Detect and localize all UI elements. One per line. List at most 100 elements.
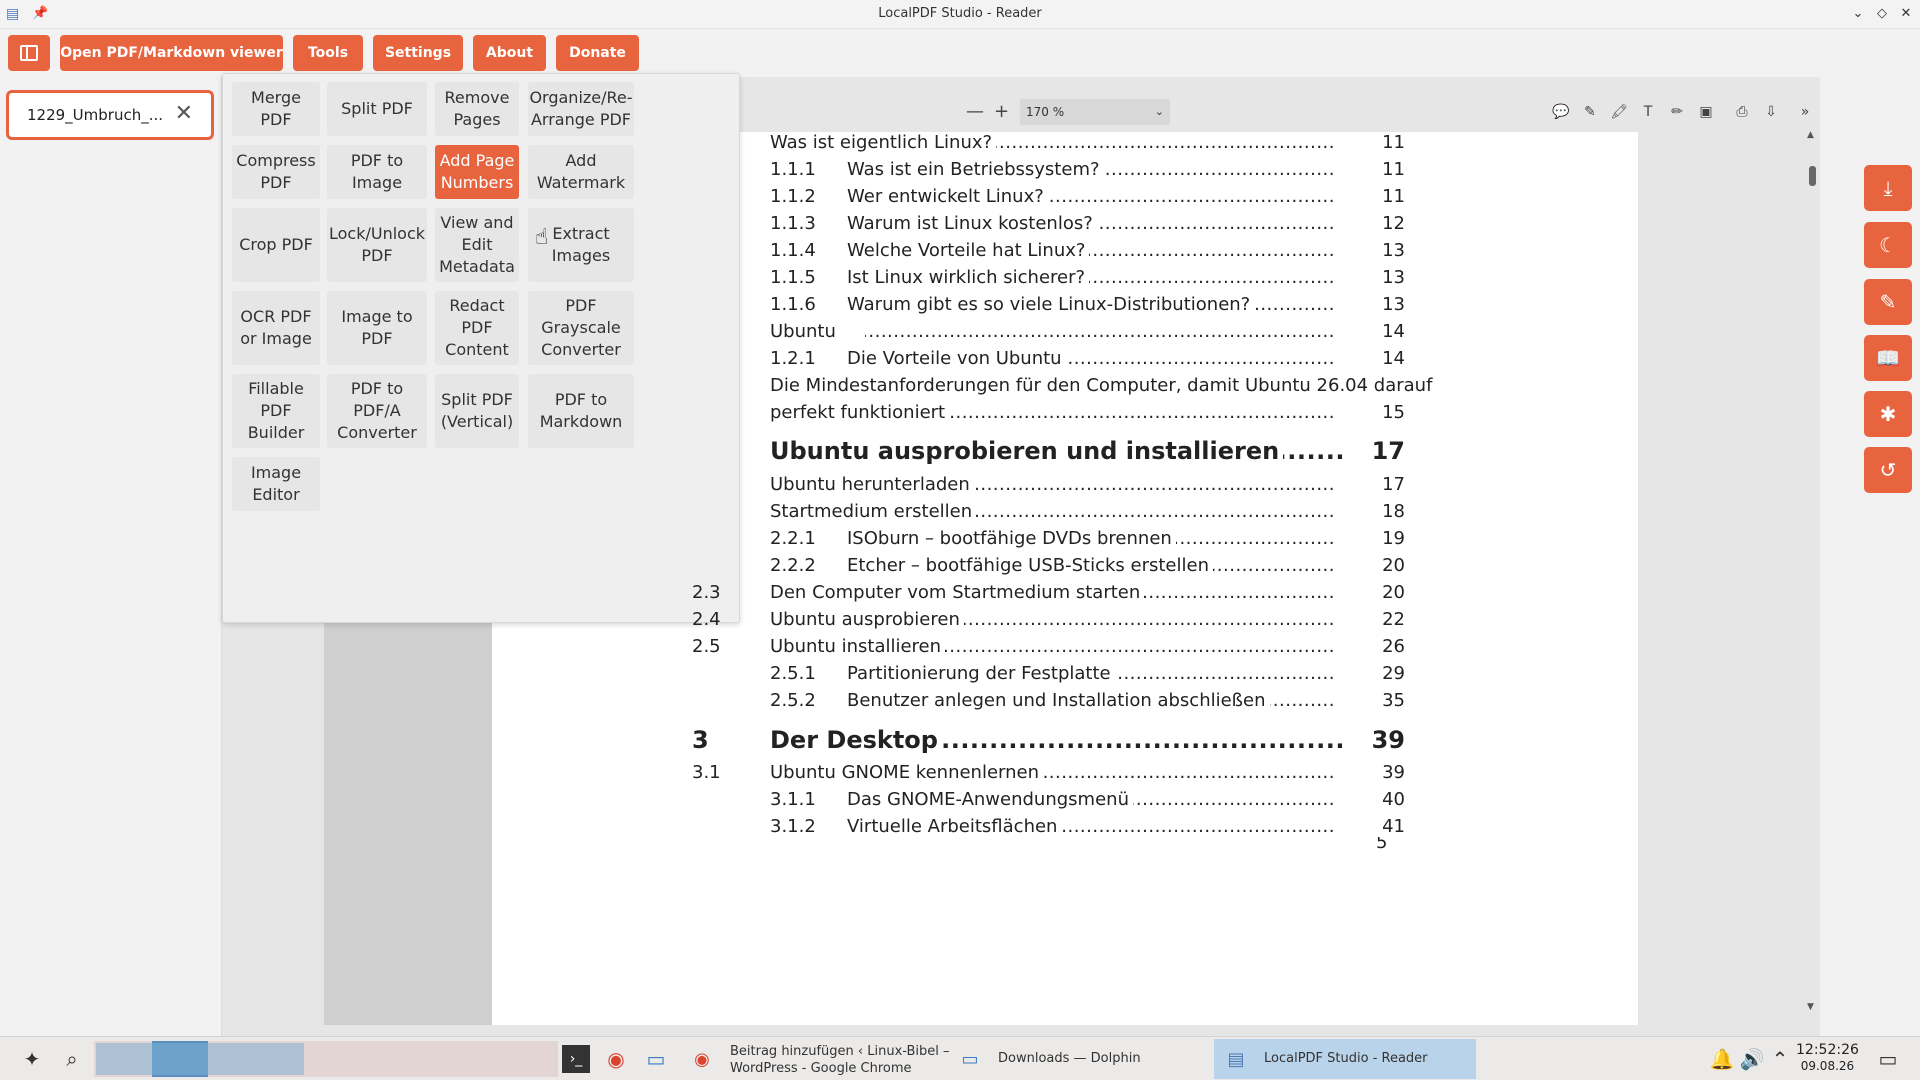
- toc-number: 3.1: [692, 762, 721, 783]
- notifications-icon[interactable]: 🔔: [1708, 1045, 1736, 1073]
- tool-label: Extract Images: [551, 224, 611, 265]
- close-icon[interactable]: ✕: [175, 103, 193, 125]
- toc-leader-dots: ........................................…: [875, 726, 1345, 754]
- task-dolphin[interactable]: ▭ Downloads — Dolphin: [948, 1039, 1210, 1079]
- tool-remove-pages[interactable]: Remove Pages: [435, 82, 519, 136]
- toc-text: Ubuntu ausprobieren und installieren: [770, 437, 1284, 465]
- tool-split-pdf[interactable]: Split PDF: [327, 82, 427, 136]
- dark-mode-button[interactable]: ☾: [1864, 222, 1912, 268]
- tool-add-watermark[interactable]: Add Watermark: [528, 145, 634, 199]
- tool-pdf-to-markdown[interactable]: PDF to Markdown: [528, 374, 634, 448]
- edit-icon[interactable]: ✎: [1581, 103, 1599, 121]
- toc-number: 1.1.3: [770, 213, 816, 234]
- toc-text: Die Vorteile von Ubuntu: [847, 348, 1066, 369]
- task-localpdf[interactable]: ▤ LocalPDF Studio - Reader: [1214, 1039, 1476, 1079]
- reset-button[interactable]: ↺: [1864, 447, 1912, 493]
- tool-add-page-numbers[interactable]: Add Page Numbers: [435, 145, 519, 199]
- chevron-down-icon[interactable]: ⌄: [1848, 4, 1868, 24]
- show-desktop-icon[interactable]: ▭: [1874, 1045, 1902, 1073]
- scrollbar-thumb[interactable]: [1809, 166, 1816, 186]
- zoom-in-icon[interactable]: +: [994, 101, 1009, 122]
- toc-number: 1.1.4: [770, 240, 816, 261]
- chrome-icon[interactable]: ◉: [602, 1045, 630, 1073]
- clock[interactable]: 12:52:26 09.08.26: [1796, 1042, 1859, 1074]
- toc-text: Den Computer vom Startmedium starten: [770, 582, 1145, 603]
- tool-compress-pdf[interactable]: Compress PDF: [232, 145, 320, 199]
- close-icon[interactable]: ✕: [1896, 4, 1916, 24]
- download-button[interactable]: ⤓: [1864, 165, 1912, 211]
- toc-page: 26: [1376, 636, 1405, 657]
- pdf-app-icon: ▤: [1227, 1049, 1245, 1070]
- main-toolbar: Open PDF/Markdown viewer Tools Settings …: [0, 29, 1920, 77]
- pencil-icon: ✎: [1879, 290, 1897, 314]
- tools-button[interactable]: Tools: [293, 35, 363, 71]
- highlight-icon[interactable]: 🖍: [1610, 103, 1628, 121]
- scroll-down-icon[interactable]: ▼: [1807, 1002, 1814, 1012]
- toc-text: Welche Vorteile hat Linux?: [847, 240, 1090, 261]
- chevron-up-icon[interactable]: ⌃: [1766, 1045, 1794, 1073]
- sidebar-toggle-button[interactable]: [8, 35, 50, 71]
- toc-number: 3: [692, 726, 709, 754]
- tool-pdf-grayscale-converter[interactable]: PDF Grayscale Converter: [528, 291, 634, 365]
- toc-page: 13: [1376, 267, 1405, 288]
- open-viewer-button[interactable]: Open PDF/Markdown viewer: [60, 35, 283, 71]
- clock-time: 12:52:26: [1796, 1042, 1859, 1058]
- tool-label: Split PDF: [341, 99, 413, 118]
- zoom-out-icon[interactable]: —: [966, 101, 984, 122]
- tool-pdf-to-image[interactable]: PDF to Image: [327, 145, 427, 199]
- file-tabs-panel: 1229_Umbruch_... ✕: [0, 77, 222, 1038]
- scroll-up-icon[interactable]: ▲: [1807, 130, 1814, 140]
- settings-button[interactable]: Settings: [373, 35, 463, 71]
- tool-lock-unlock-pdf[interactable]: Lock/Unlock PDF: [327, 208, 427, 282]
- tool-organize-re-arrange-pdf[interactable]: Organize/Re- Arrange PDF: [528, 82, 634, 136]
- search-icon[interactable]: ⌕: [58, 1045, 86, 1073]
- toc-number: 2.5.1: [770, 663, 816, 684]
- tool-image-editor[interactable]: Image Editor: [232, 457, 320, 511]
- text-icon[interactable]: T: [1639, 103, 1657, 121]
- reader-mode-button[interactable]: 📖: [1864, 335, 1912, 381]
- task-chrome[interactable]: ◉ Beitrag hinzufügen ‹ Linux-Bibel – Word…: [680, 1039, 949, 1079]
- viewer-scrollbar[interactable]: ▲ ▼: [1806, 130, 1820, 1015]
- donate-button[interactable]: Donate: [556, 35, 639, 71]
- toc-text: Was ist ein Betriebssystem?: [847, 159, 1104, 180]
- tool-pdf-to-pdf-a-converter[interactable]: PDF to PDF/A Converter: [327, 374, 427, 448]
- toc-text: Ubuntu installieren: [770, 636, 946, 657]
- comment-icon[interactable]: 💬: [1552, 103, 1570, 121]
- file-tab[interactable]: 1229_Umbruch_... ✕: [6, 90, 214, 140]
- toc-text: Virtuelle Arbeitsflächen: [847, 816, 1062, 837]
- taskbar: ✦ ⌕ ›_ ◉ ▭ ◉ Beitrag hinzufügen ‹ Linux-…: [0, 1036, 1920, 1080]
- toc-number: 3.1.1: [770, 789, 816, 810]
- toc-text: Was ist eigentlich Linux?: [770, 132, 997, 153]
- tool-redact-pdf-content[interactable]: Redact PDF Content: [435, 291, 519, 365]
- draw-icon[interactable]: ✏: [1668, 103, 1686, 121]
- tool-split-pdf-vertical[interactable]: Split PDF (Vertical): [435, 374, 519, 448]
- annotate-button[interactable]: ✎: [1864, 279, 1912, 325]
- tool-view-and-edit-metadata[interactable]: View and Edit Metadata: [435, 208, 519, 282]
- toc-page: 14: [1376, 321, 1405, 342]
- zoom-select[interactable]: 170 % ⌄: [1020, 99, 1170, 125]
- extensions-button[interactable]: ✱: [1864, 391, 1912, 437]
- about-button[interactable]: About: [473, 35, 546, 71]
- tool-label: Add Page Numbers: [439, 151, 515, 192]
- terminal-icon[interactable]: ›_: [562, 1045, 590, 1073]
- toc-row: 2.5.2 Benutzer anlegen und Installation a…: [492, 690, 1405, 717]
- tool-crop-pdf[interactable]: Crop PDF: [232, 208, 320, 282]
- tool-ocr-pdf-or-image[interactable]: OCR PDF or Image: [232, 291, 320, 365]
- print-icon[interactable]: ⎙: [1733, 103, 1751, 121]
- toc-number: 2.2.1: [770, 528, 816, 549]
- more-tools-icon[interactable]: »: [1796, 103, 1814, 121]
- save-icon[interactable]: ⇩: [1762, 103, 1780, 121]
- volume-icon[interactable]: 🔊: [1738, 1045, 1766, 1073]
- toc-number: 2.5: [692, 636, 721, 657]
- tool-label: PDF to Markdown: [539, 390, 623, 431]
- diamond-icon[interactable]: ◇: [1872, 4, 1892, 24]
- folder-icon[interactable]: ▭: [642, 1045, 670, 1073]
- virtual-desktop-pager[interactable]: [94, 1041, 558, 1077]
- tool-label: Merge PDF: [251, 88, 301, 129]
- launcher-icon[interactable]: ✦: [18, 1045, 46, 1073]
- tool-merge-pdf[interactable]: Merge PDF: [232, 82, 320, 136]
- toc-text: Ubuntu herunterladen: [770, 474, 974, 495]
- tool-fillable-pdf-builder[interactable]: Fillable PDF Builder: [232, 374, 320, 448]
- tool-image-to-pdf[interactable]: Image to PDF: [327, 291, 427, 365]
- image-icon[interactable]: ▣: [1697, 103, 1715, 121]
